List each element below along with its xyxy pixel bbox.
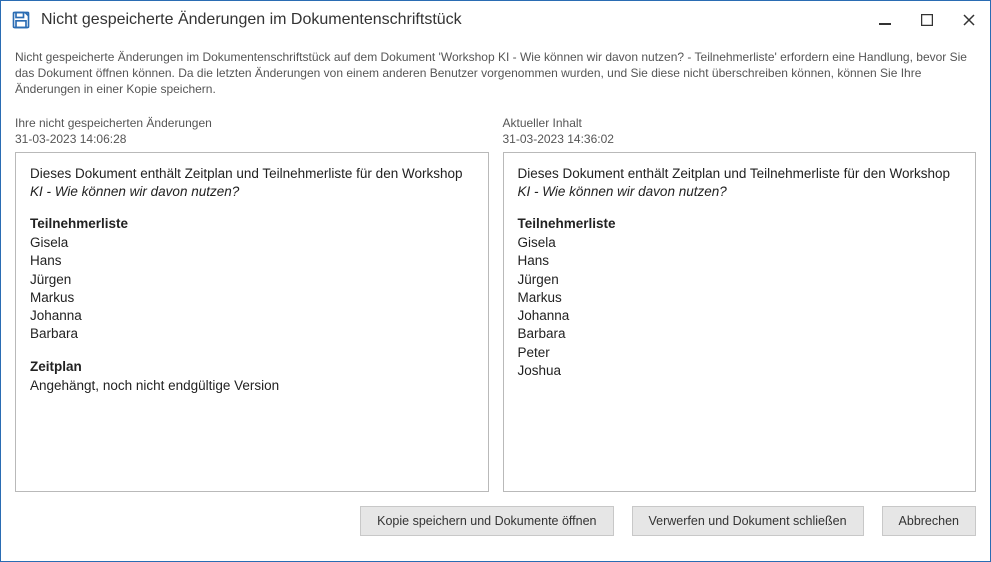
- minimize-button[interactable]: [876, 11, 894, 29]
- list-item: Jürgen: [518, 271, 962, 289]
- right-participants-list: Gisela Hans Jürgen Markus Johanna Barbar…: [518, 234, 962, 380]
- list-item: Jürgen: [30, 271, 474, 289]
- list-item: Gisela: [30, 234, 474, 252]
- titlebar: Nicht gespeicherte Änderungen im Dokumen…: [1, 1, 990, 39]
- list-item: Barbara: [518, 325, 962, 343]
- save-icon: [11, 10, 31, 30]
- list-item: Markus: [30, 289, 474, 307]
- left-participants-title: Teilnehmerliste: [30, 215, 474, 233]
- list-item: Johanna: [30, 307, 474, 325]
- right-panel-header: Aktueller Inhalt: [503, 116, 977, 130]
- left-panel: Ihre nicht gespeicherten Änderungen 31-0…: [15, 116, 489, 492]
- left-schedule-title: Zeitplan: [30, 358, 474, 376]
- left-intro-title: KI - Wie können wir davon nutzen?: [30, 184, 239, 199]
- right-panel-timestamp: 31-03-2023 14:36:02: [503, 132, 977, 146]
- left-schedule-text: Angehängt, noch nicht endgültige Version: [30, 377, 474, 395]
- right-intro-title: KI - Wie können wir davon nutzen?: [518, 184, 727, 199]
- list-item: Joshua: [518, 362, 962, 380]
- description-text: Nicht gespeicherte Änderungen im Dokumen…: [15, 49, 976, 98]
- list-item: Barbara: [30, 325, 474, 343]
- left-intro: Dieses Dokument enthält Zeitplan und Tei…: [30, 165, 474, 201]
- left-participants-list: Gisela Hans Jürgen Markus Johanna Barbar…: [30, 234, 474, 343]
- right-panel: Aktueller Inhalt 31-03-2023 14:36:02 Die…: [503, 116, 977, 492]
- right-panel-content[interactable]: Dieses Dokument enthält Zeitplan und Tei…: [503, 152, 977, 492]
- compare-panels: Ihre nicht gespeicherten Änderungen 31-0…: [15, 116, 976, 492]
- list-item: Hans: [518, 252, 962, 270]
- window-title: Nicht gespeicherte Änderungen im Dokumen…: [41, 11, 876, 29]
- discard-close-button[interactable]: Verwerfen und Dokument schließen: [632, 506, 864, 536]
- window-controls: [876, 11, 978, 29]
- save-copy-button[interactable]: Kopie speichern und Dokumente öffnen: [360, 506, 613, 536]
- button-row: Kopie speichern und Dokumente öffnen Ver…: [15, 506, 976, 536]
- list-item: Peter: [518, 344, 962, 362]
- right-intro-prefix: Dieses Dokument enthält Zeitplan und Tei…: [518, 166, 950, 181]
- list-item: Johanna: [518, 307, 962, 325]
- left-intro-prefix: Dieses Dokument enthält Zeitplan und Tei…: [30, 166, 462, 181]
- left-panel-content[interactable]: Dieses Dokument enthält Zeitplan und Tei…: [15, 152, 489, 492]
- list-item: Gisela: [518, 234, 962, 252]
- list-item: Hans: [30, 252, 474, 270]
- left-panel-timestamp: 31-03-2023 14:06:28: [15, 132, 489, 146]
- maximize-button[interactable]: [918, 11, 936, 29]
- left-panel-header: Ihre nicht gespeicherten Änderungen: [15, 116, 489, 130]
- cancel-button[interactable]: Abbrechen: [882, 506, 976, 536]
- right-intro: Dieses Dokument enthält Zeitplan und Tei…: [518, 165, 962, 201]
- right-participants-title: Teilnehmerliste: [518, 215, 962, 233]
- list-item: Markus: [518, 289, 962, 307]
- close-button[interactable]: [960, 11, 978, 29]
